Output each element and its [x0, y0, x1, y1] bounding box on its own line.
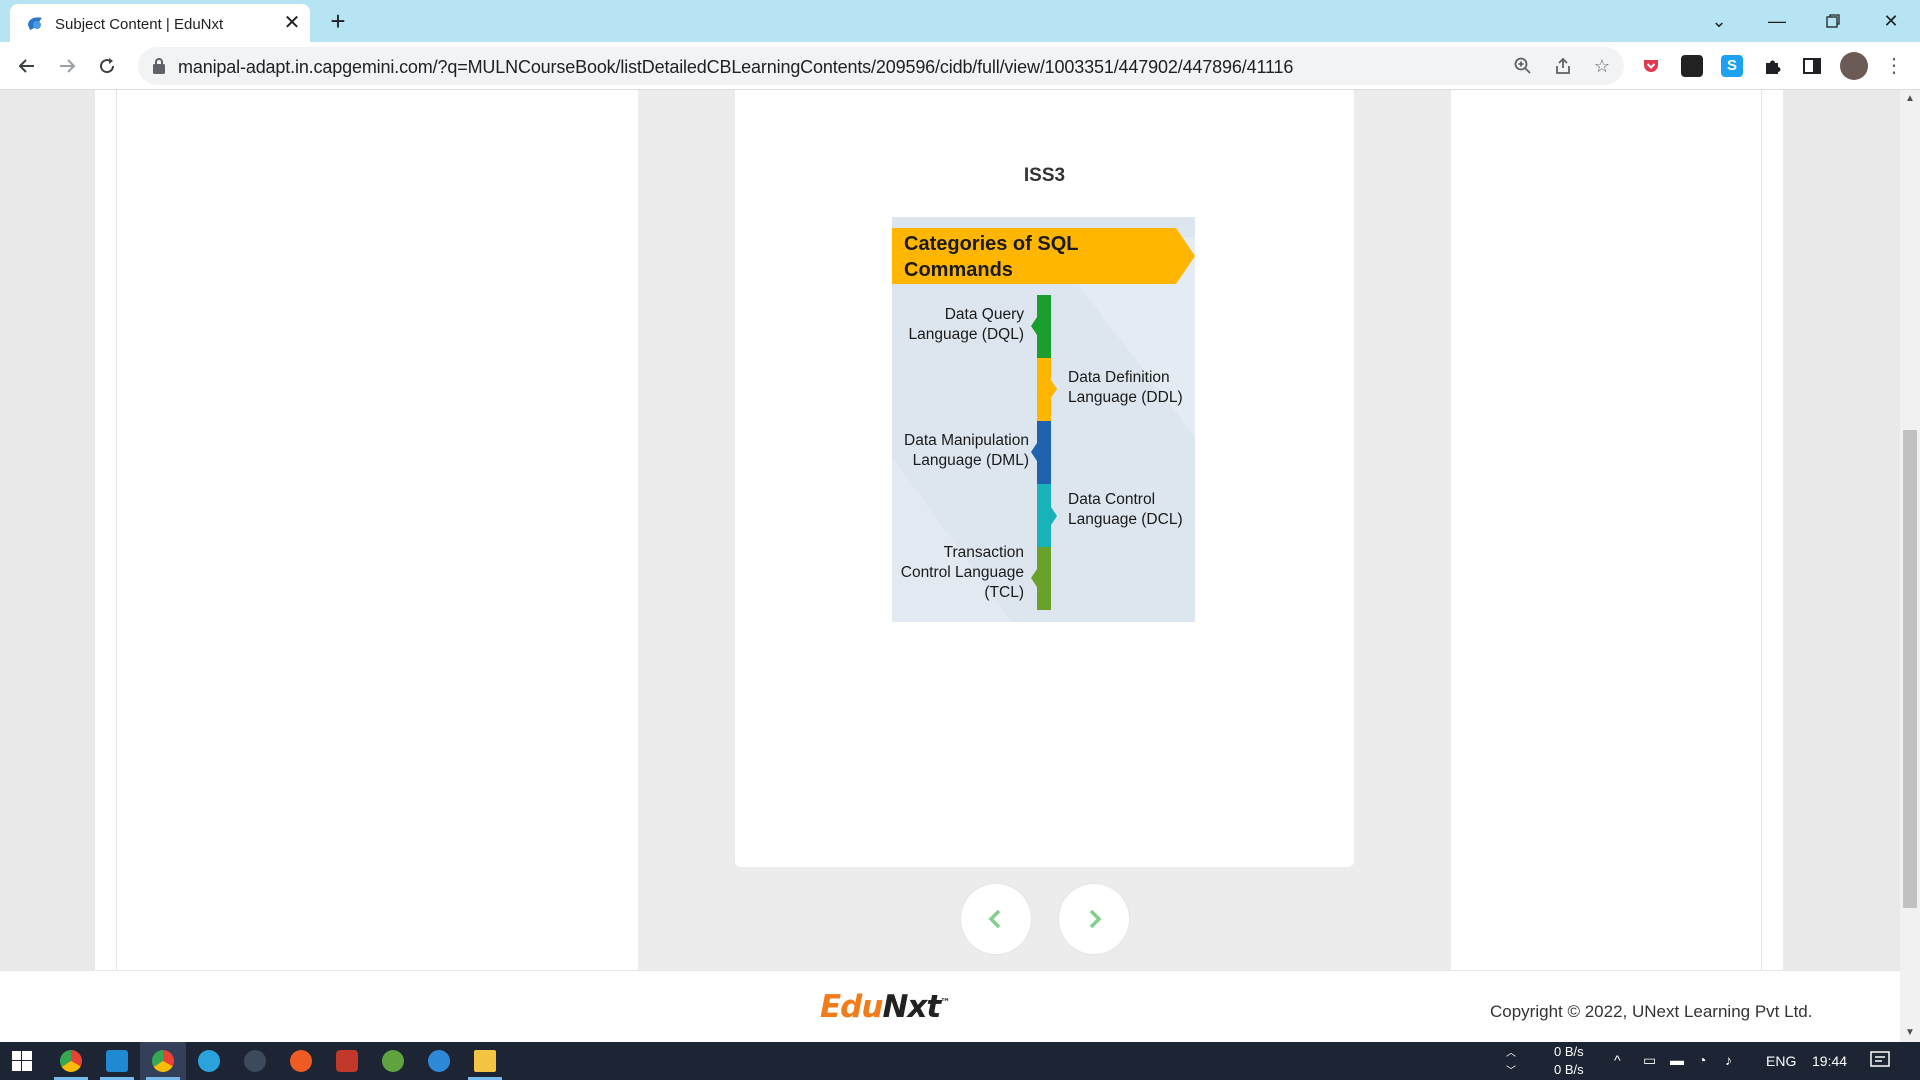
network-down-arrow-icon: ﹀: [1506, 1066, 1516, 1077]
scrollbar-thumb[interactable]: [1903, 430, 1917, 908]
start-button[interactable]: [0, 1042, 46, 1080]
network-up-arrow-icon: ︿: [1506, 1048, 1516, 1059]
logo-trademark: ™: [940, 997, 950, 1009]
network-upload-speed: 0 B/s: [1554, 1044, 1584, 1059]
taskbar-telegram[interactable]: [186, 1042, 232, 1080]
back-arrow-icon[interactable]: [11, 50, 43, 82]
p-app-icon: [336, 1050, 358, 1072]
vscode-icon: [106, 1050, 128, 1072]
page-footer: EduNxt™ Copyright © 2022, UNext Learning…: [0, 970, 1900, 1042]
page-viewport: ISS3 Categories of SQL Commands Data Que…: [0, 90, 1900, 1042]
left-gutter: [0, 90, 95, 970]
taskbar-edge[interactable]: [416, 1042, 462, 1080]
windows-logo-icon: [12, 1051, 32, 1071]
chevron-right-icon: [1089, 909, 1102, 929]
tab-strip: Subject Content | EduNxt ✕ + ⌄ — ✕: [0, 0, 1920, 42]
right-gutter: [1783, 90, 1900, 970]
content-card: ISS3 Categories of SQL Commands Data Que…: [735, 90, 1354, 867]
forward-arrow-icon[interactable]: [51, 50, 83, 82]
edunxt-logo: EduNxt™: [820, 989, 950, 1025]
taskbar-p-app[interactable]: [324, 1042, 370, 1080]
upwork-icon: [382, 1050, 404, 1072]
browser-toolbar: manipal-adapt.in.capgemini.com/?q=MULNCo…: [0, 42, 1920, 90]
taskbar-file-explorer[interactable]: [462, 1042, 508, 1080]
new-tab-button[interactable]: +: [324, 8, 352, 36]
extension-dark-icon[interactable]: [1681, 55, 1703, 77]
tab-search-icon[interactable]: ⌄: [1696, 6, 1742, 36]
prev-button[interactable]: [961, 884, 1031, 954]
taskbar-chrome-active[interactable]: [140, 1042, 186, 1080]
menu-kebab-icon[interactable]: ⋮: [1878, 50, 1910, 82]
taskbar-postman[interactable]: [278, 1042, 324, 1080]
content-column: ISS3 Categories of SQL Commands Data Que…: [638, 90, 1451, 970]
dml-label: Data Manipulation Language (DML): [904, 432, 1029, 469]
taskbar-inkscape[interactable]: [232, 1042, 278, 1080]
volume-icon[interactable]: ♪: [1725, 1052, 1732, 1068]
logo-nxt: Nxt: [882, 989, 941, 1025]
taskbar-chrome[interactable]: [48, 1042, 94, 1080]
profile-avatar[interactable]: [1840, 52, 1868, 80]
side-panel-icon[interactable]: [1801, 55, 1823, 77]
share-icon[interactable]: [1550, 53, 1576, 79]
copyright-text: Copyright © 2022, UNext Learning Pvt Ltd…: [1490, 1002, 1813, 1021]
meet-now-icon[interactable]: ▭: [1643, 1052, 1656, 1069]
address-bar[interactable]: manipal-adapt.in.capgemini.com/?q=MULNCo…: [138, 47, 1624, 85]
scroll-up-arrow-icon[interactable]: ▲: [1900, 90, 1920, 108]
pen-icon: [244, 1050, 266, 1072]
taskbar-vscode[interactable]: [94, 1042, 140, 1080]
card-title: ISS3: [1023, 165, 1066, 186]
chrome-icon: [152, 1050, 174, 1072]
vertical-scrollbar[interactable]: ▲ ▼: [1900, 90, 1920, 1042]
restore-button[interactable]: [1810, 6, 1856, 36]
url-text: manipal-adapt.in.capgemini.com/?q=MULNCo…: [178, 57, 1294, 77]
battery-icon[interactable]: ▬: [1670, 1052, 1684, 1068]
bookmark-star-icon[interactable]: ☆: [1589, 53, 1615, 79]
show-hidden-icons-icon[interactable]: ^: [1614, 1052, 1621, 1068]
tab-close-icon[interactable]: ✕: [280, 11, 304, 35]
tcl-label: Transaction Control Language (TCL): [900, 544, 1024, 601]
notifications-icon[interactable]: [1870, 1051, 1890, 1072]
content-frame: ISS3 Categories of SQL Commands Data Que…: [95, 90, 1783, 970]
edge-icon: [428, 1050, 450, 1072]
puzzle-extensions-icon[interactable]: [1762, 55, 1784, 77]
network-download-speed: 0 B/s: [1554, 1062, 1584, 1077]
window-close-button[interactable]: ✕: [1868, 6, 1914, 36]
sql-categories-diagram: Categories of SQL Commands Data Query La…: [892, 217, 1195, 622]
chrome-icon: [60, 1050, 82, 1072]
active-tab[interactable]: Subject Content | EduNxt ✕: [10, 4, 310, 42]
edunxt-favicon-icon: [28, 17, 42, 30]
dql-label: Data Query Language (DQL): [908, 306, 1024, 343]
zoom-icon[interactable]: [1510, 53, 1536, 79]
diagram-banner-title: Categories of SQL Commands: [904, 233, 1079, 281]
pocket-extension-icon[interactable]: [1640, 55, 1662, 77]
minimize-button[interactable]: —: [1754, 6, 1800, 36]
logo-edu: Edu: [820, 989, 883, 1025]
reload-icon[interactable]: [91, 50, 123, 82]
clock-time[interactable]: 19:44: [1812, 1053, 1847, 1069]
folder-icon: [474, 1050, 496, 1072]
taskbar-upwork[interactable]: [370, 1042, 416, 1080]
ddl-label: Data Definition Language (DDL): [1068, 369, 1183, 406]
next-button[interactable]: [1059, 884, 1129, 954]
lock-icon: [153, 58, 165, 74]
windows-taskbar: ︿ ﹀ 0 B/s 0 B/s ^ ▭ ▬ ◔ ♪ ENG 19:44: [0, 1042, 1920, 1080]
scroll-down-arrow-icon[interactable]: ▼: [1900, 1024, 1920, 1042]
diagram-timeline: [1031, 295, 1057, 610]
chevron-left-icon: [988, 909, 1001, 929]
postman-icon: [290, 1050, 312, 1072]
language-indicator[interactable]: ENG: [1766, 1053, 1796, 1069]
tab-title: Subject Content | EduNxt: [55, 16, 224, 33]
s-extension-icon[interactable]: S: [1721, 55, 1743, 77]
telegram-icon: [198, 1050, 220, 1072]
wifi-icon[interactable]: ◔: [1698, 1052, 1706, 1068]
dcl-label: Data Control Language (DCL): [1068, 491, 1183, 528]
